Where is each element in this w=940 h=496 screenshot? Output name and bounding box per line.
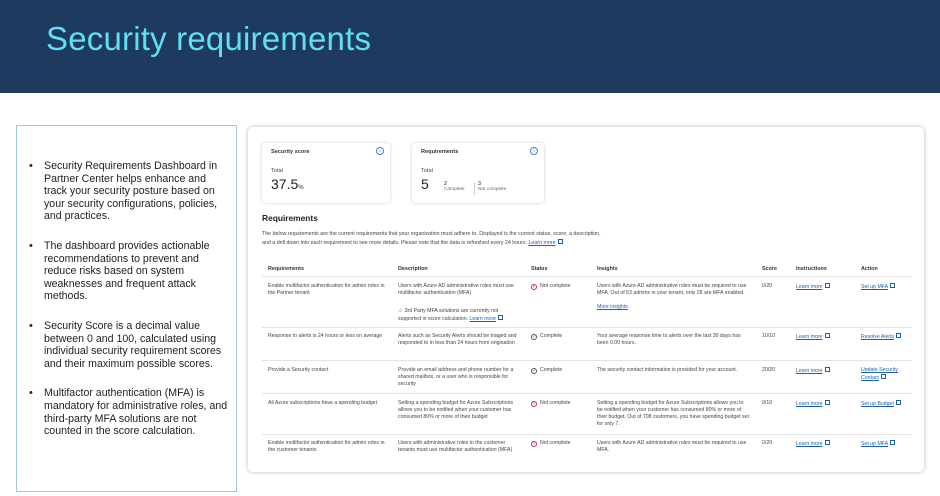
external-link-icon <box>824 440 830 445</box>
requirement-name: Response to alerts is 24 hours or less o… <box>268 333 383 339</box>
card-sub-label: Total <box>271 168 283 174</box>
column-header-requirements[interactable]: Requirements <box>268 266 304 272</box>
requirements-card: Requirements i Total 5 2 Complete 3 Not co… <box>412 143 544 203</box>
external-link-icon <box>890 440 896 445</box>
action-link[interactable]: Update Security Contact <box>861 367 913 382</box>
requirement-description: Provide an email address and phone numbe… <box>398 367 514 387</box>
row-divider <box>262 393 912 394</box>
bullet-list: Security Requirements Dashboard in Partn… <box>17 126 236 438</box>
status-badge: × Not complete <box>531 440 571 447</box>
instructions-link[interactable]: Learn more <box>796 367 830 375</box>
external-link-icon <box>824 400 830 405</box>
requirement-name: All Azure subscriptions have a spending … <box>268 400 378 406</box>
score-value: 0/20 <box>762 440 773 446</box>
note-learn-more-link[interactable]: Learn more <box>470 316 497 322</box>
check-circle-icon: ✓ <box>531 334 537 340</box>
bullet-item: Security Score is a decimal value betwee… <box>25 320 228 370</box>
score-value: 0/10 <box>762 400 773 406</box>
score-value: 0/20 <box>762 283 773 289</box>
dashboard-screenshot: Security score i Total 37.5% Requirement… <box>248 127 924 472</box>
row-divider <box>262 360 912 361</box>
column-header-action[interactable]: Action <box>861 266 878 272</box>
requirements-total: 5 <box>421 176 429 192</box>
instructions-link[interactable]: Learn more <box>796 333 830 341</box>
status-badge: ✓ Complete <box>531 333 563 340</box>
info-icon[interactable]: i <box>530 147 538 155</box>
external-link-icon <box>824 367 830 372</box>
score-value: 10/10 <box>762 333 775 339</box>
column-header-instructions[interactable]: Instructions <box>796 266 827 272</box>
requirement-description: Users with administrative roles in the c… <box>398 440 513 453</box>
row-divider <box>262 276 912 277</box>
insights-text: The security contact information is prov… <box>597 367 738 373</box>
instructions-link[interactable]: Learn more <box>796 440 830 448</box>
not-complete-label: Not complete <box>478 187 507 192</box>
info-icon[interactable]: i <box>376 147 384 155</box>
insights-text: Users with Azure AD administrative roles… <box>597 283 747 296</box>
column-header-insights[interactable]: Insights <box>597 266 618 272</box>
requirement-name: Enable multifactor authentication for ad… <box>268 440 385 453</box>
score-value: 20/20 <box>762 367 775 373</box>
error-circle-icon: × <box>531 441 537 447</box>
external-link-icon <box>824 283 830 288</box>
error-circle-icon: × <box>531 284 537 290</box>
external-link-icon <box>824 333 830 338</box>
external-link-icon <box>557 238 563 244</box>
external-link-icon <box>896 333 902 338</box>
status-badge: × Not complete <box>531 283 571 290</box>
requirements-heading: Requirements <box>262 213 318 223</box>
insights-text: Users with Azure AD administrative roles… <box>597 440 747 453</box>
requirement-description: Users with Azure AD administrative roles… <box>398 283 514 296</box>
external-link-icon <box>498 314 504 320</box>
score-unit: % <box>298 185 304 191</box>
status-badge: × Not complete <box>531 400 571 407</box>
action-link[interactable]: Set up MFA <box>861 283 896 291</box>
status-badge: ✓ Complete <box>531 367 563 374</box>
requirements-description: The below requirements are the current r… <box>262 231 601 246</box>
row-divider <box>262 327 912 328</box>
mfa-note: ⚠ 3rd Party MFA solutions are currently n… <box>398 308 520 323</box>
title-banner: Security requirements <box>0 0 940 93</box>
bullet-panel: Security Requirements Dashboard in Partn… <box>16 125 237 492</box>
learn-more-link[interactable]: Learn more <box>528 240 555 246</box>
action-link[interactable]: Resolve Alerts <box>861 333 902 341</box>
more-insights-link[interactable]: More insights <box>597 304 628 311</box>
card-title: Security score <box>271 149 310 155</box>
insights-text: Setting a spending budget for Azure Subs… <box>597 400 749 427</box>
security-score-card: Security score i Total 37.5% <box>262 143 390 203</box>
insights-text: Your average response time to alerts ove… <box>597 333 741 346</box>
check-circle-icon: ✓ <box>531 368 537 374</box>
bullet-item: Multifactor authentication (MFA) is mand… <box>25 387 228 437</box>
external-link-icon <box>895 400 901 405</box>
security-score-value: 37.5% <box>271 176 304 192</box>
action-link[interactable]: Set up Budget <box>861 400 901 408</box>
column-header-status[interactable]: Status <box>531 266 547 272</box>
requirement-name: Enable multifactor authentication for ad… <box>268 283 385 296</box>
not-complete-count: 3 Not complete <box>473 181 507 195</box>
instructions-link[interactable]: Learn more <box>796 400 830 408</box>
bullet-item: The dashboard provides actionable recomm… <box>25 240 228 303</box>
instructions-link[interactable]: Learn more <box>796 283 830 291</box>
action-link[interactable]: Set up MFA <box>861 440 896 448</box>
requirement-description: Setting a spending budget for Azure Subs… <box>398 400 514 420</box>
warning-icon: ⚠ <box>398 308 403 314</box>
requirement-name: Provide a Security contact <box>268 367 329 373</box>
card-sub-label: Total <box>421 168 433 174</box>
bullet-item: Security Requirements Dashboard in Partn… <box>25 160 228 223</box>
card-title: Requirements <box>421 149 459 155</box>
slide-title: Security requirements <box>46 20 372 57</box>
requirement-description: Alerts such as Security Alerts should be… <box>398 333 517 346</box>
external-link-icon <box>890 283 896 288</box>
complete-label: Complete <box>444 187 465 192</box>
column-header-score[interactable]: Score <box>762 266 777 272</box>
error-circle-icon: × <box>531 401 537 407</box>
external-link-icon <box>880 373 886 379</box>
complete-count: 2 Complete <box>444 181 465 192</box>
row-divider <box>262 434 912 435</box>
column-header-description[interactable]: Description <box>398 266 428 272</box>
